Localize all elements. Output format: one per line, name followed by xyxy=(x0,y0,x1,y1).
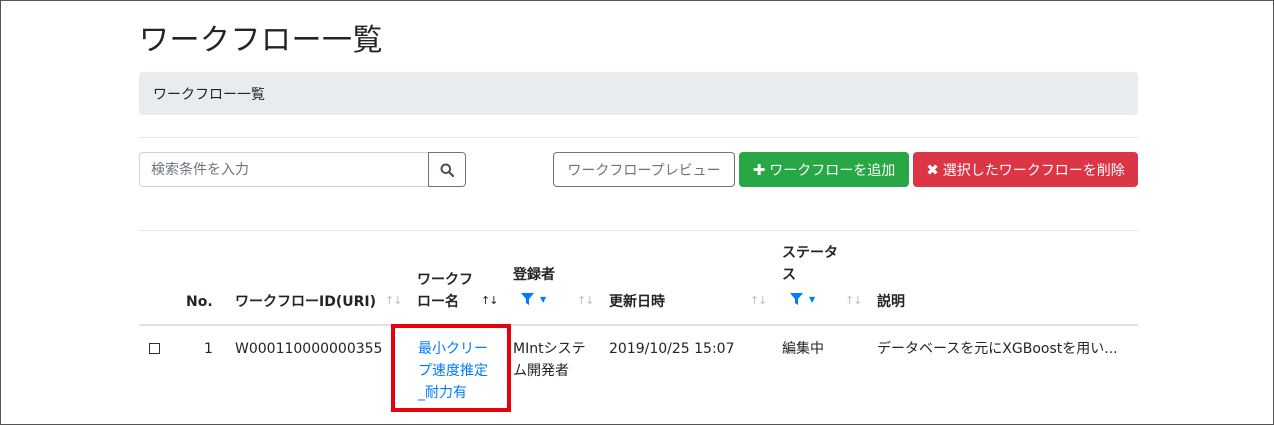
cell-registrant: MIntシステ ム開発者 xyxy=(513,338,586,382)
delete-selected-workflow-label: 選択したワークフローを削除 xyxy=(942,162,1125,179)
column-header-name-line2: ロー名 xyxy=(417,294,459,310)
column-header-updated: 更新日時 xyxy=(609,294,665,310)
plus-icon: ✚ xyxy=(752,160,766,179)
workflow-preview-label: ワークフロープレビュー xyxy=(567,162,721,179)
add-workflow-button[interactable]: ✚ ワークフローを追加 xyxy=(739,152,909,187)
sort-icon-status[interactable]: ↑↓ xyxy=(845,294,862,307)
highlight-annotation-box xyxy=(391,324,511,412)
chevron-down-icon: ▼ xyxy=(809,294,816,304)
filter-status-dropdown[interactable]: ▼ xyxy=(790,293,815,305)
filter-icon xyxy=(790,293,803,305)
times-icon: ✖ xyxy=(926,160,939,179)
cell-description: データベースを元にXGBoostを用い... xyxy=(877,341,1118,357)
divider xyxy=(139,230,1138,231)
cell-no: 1 xyxy=(204,341,213,357)
filter-registrant-dropdown[interactable]: ▼ xyxy=(521,293,546,305)
cell-updated: 2019/10/25 15:07 xyxy=(609,341,735,357)
search-group xyxy=(139,152,466,187)
sort-icon-updated[interactable]: ↑↓ xyxy=(750,294,767,307)
search-icon xyxy=(440,163,454,177)
column-header-id: ワークフローID(URI) xyxy=(235,294,376,310)
breadcrumb: ワークフロー一覧 xyxy=(139,72,1138,115)
registrant-line: ム開発者 xyxy=(513,363,569,379)
row-select-checkbox[interactable] xyxy=(149,343,160,354)
delete-selected-workflow-button[interactable]: ✖ 選択したワークフローを削除 xyxy=(913,152,1138,187)
column-header-no: No. xyxy=(186,294,213,310)
table-header-border xyxy=(139,324,1138,326)
search-button[interactable] xyxy=(428,152,466,187)
workflow-preview-button[interactable]: ワークフロープレビュー xyxy=(553,152,735,187)
page-title: ワークフロー一覧 xyxy=(139,23,383,58)
add-workflow-label: ワークフローを追加 xyxy=(769,162,896,179)
column-header-description: 説明 xyxy=(877,294,905,310)
registrant-line: MIntシステ xyxy=(513,341,586,357)
column-header-registrant: 登録者 xyxy=(513,267,555,283)
column-header-status-line2: ス xyxy=(782,267,796,283)
filter-icon xyxy=(521,293,534,305)
sort-icon-id[interactable]: ↑↓ xyxy=(385,294,402,307)
cell-status: 編集中 xyxy=(782,341,824,357)
sort-icon-registrant[interactable]: ↑↓ xyxy=(577,294,594,307)
chevron-down-icon: ▼ xyxy=(540,294,547,304)
divider xyxy=(139,137,1138,138)
cell-id: W000110000000355 xyxy=(235,341,383,357)
search-input[interactable] xyxy=(139,152,428,187)
sort-icon-name[interactable]: ↑↓ xyxy=(481,294,498,307)
breadcrumb-current: ワークフロー一覧 xyxy=(153,86,265,103)
